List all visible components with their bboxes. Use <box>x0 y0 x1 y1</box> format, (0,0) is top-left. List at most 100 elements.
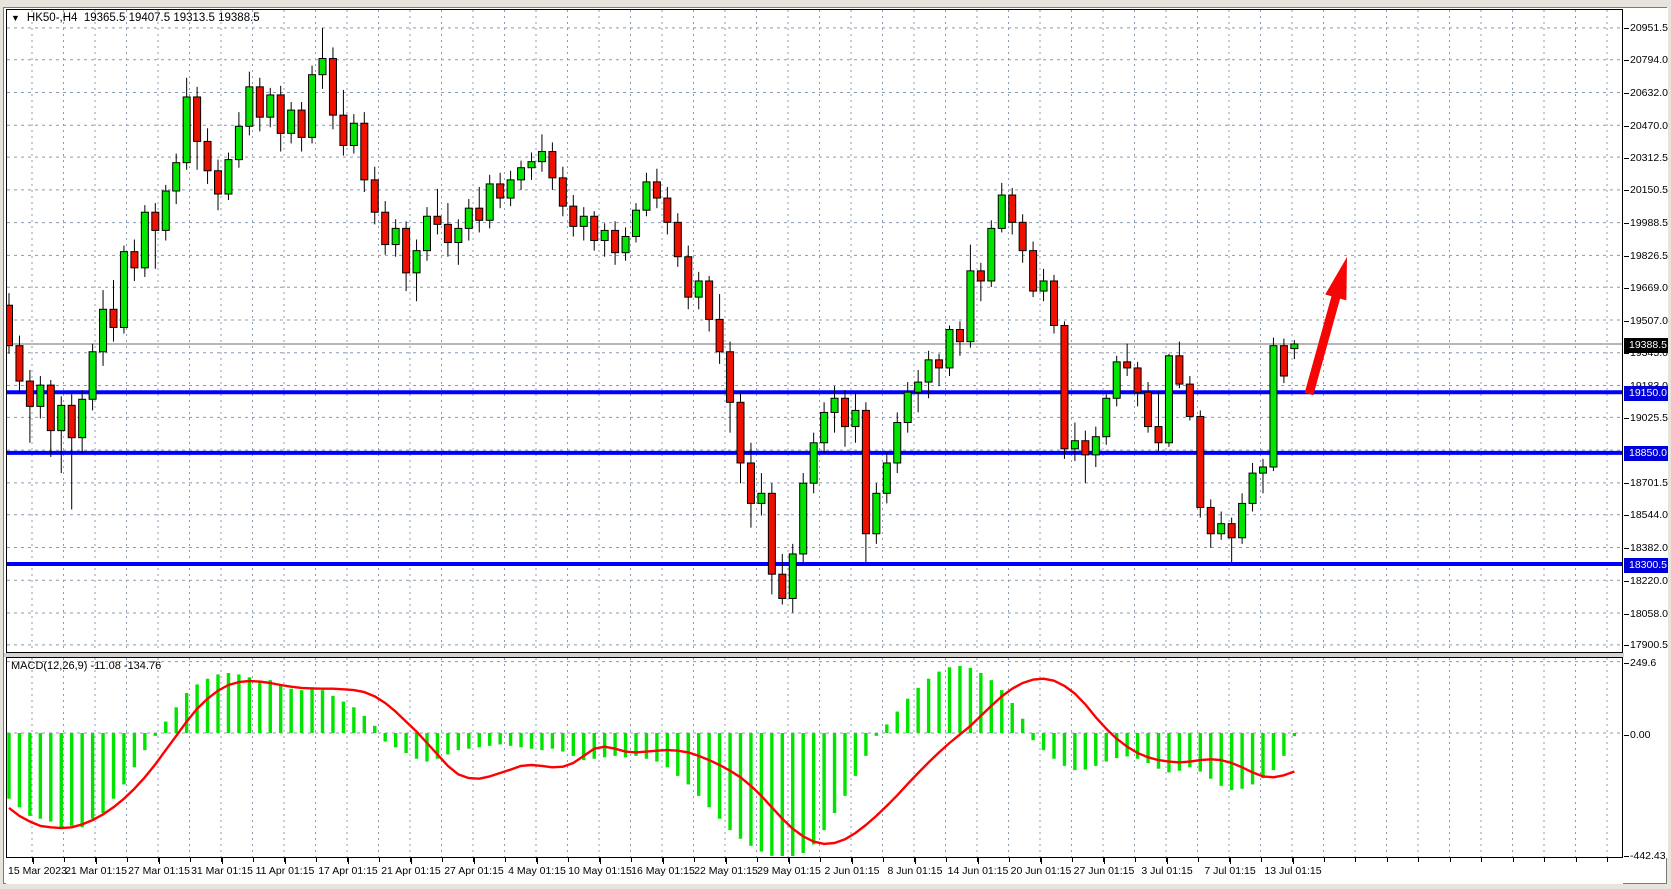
macd-histogram-bar <box>948 667 951 733</box>
macd-histogram-bar <box>707 733 710 807</box>
macd-histogram-bar <box>498 733 501 744</box>
candle-body <box>68 405 75 437</box>
candle-body <box>319 59 326 75</box>
candle <box>915 370 922 412</box>
candle-body <box>434 216 441 224</box>
candle <box>936 354 943 386</box>
time-axis-label: 4 May 01:15 <box>508 865 566 877</box>
candle <box>162 185 169 241</box>
candle <box>1019 214 1026 263</box>
macd-histogram-bar <box>1293 733 1296 736</box>
time-tick-mark <box>1104 858 1105 864</box>
candle <box>821 402 828 453</box>
time-axis-label: 2 Jun 01:15 <box>825 865 880 877</box>
candle-body <box>1019 222 1026 250</box>
candle <box>768 483 775 594</box>
time-tick-mark <box>1135 858 1136 862</box>
candle <box>956 321 963 355</box>
symbol-dropdown-icon[interactable]: ▼ <box>11 13 20 23</box>
candle <box>225 153 232 201</box>
candle <box>779 554 786 605</box>
candle <box>413 240 420 302</box>
candle-body <box>47 385 54 431</box>
candle-body <box>904 392 911 422</box>
price-tick-label: 19025.5 <box>1630 412 1668 424</box>
candle-body <box>601 230 608 240</box>
price-tick-mark <box>1624 126 1629 127</box>
macd-histogram-bar <box>227 673 230 733</box>
candle-body <box>486 184 493 220</box>
candle <box>549 142 556 190</box>
macd-histogram-bar <box>885 724 888 733</box>
time-axis[interactable]: 15 Mar 202321 Mar 01:1527 Mar 01:1531 Ma… <box>6 858 1623 884</box>
time-tick-mark <box>159 858 160 864</box>
candle <box>194 87 201 170</box>
candle <box>204 128 211 184</box>
candle-body <box>1176 356 1183 384</box>
candle-body <box>821 412 828 442</box>
candle <box>1270 338 1277 471</box>
candle <box>1092 427 1099 467</box>
candle-body <box>162 191 169 230</box>
candle-body <box>956 330 963 342</box>
price-tick-label: 20951.5 <box>1630 22 1668 34</box>
time-tick-mark <box>1230 858 1231 864</box>
candle-body <box>1071 441 1078 449</box>
price-tick-mark <box>1624 93 1629 94</box>
time-axis-label: 13 Jul 01:15 <box>1264 865 1321 877</box>
macd-histogram-bar <box>1282 733 1285 756</box>
candle <box>559 167 566 217</box>
time-tick-mark <box>285 858 286 864</box>
macd-histogram-bar <box>875 733 878 736</box>
candle-body <box>131 252 138 268</box>
candle <box>1145 382 1152 433</box>
candle-body <box>288 110 295 133</box>
candle-body <box>1113 362 1120 398</box>
candle-body <box>1260 467 1267 473</box>
candle-body <box>1280 346 1287 376</box>
candle-body <box>204 141 211 170</box>
candle <box>235 112 242 168</box>
macd-histogram-bar <box>760 733 763 852</box>
macd-histogram-bar <box>958 666 961 733</box>
trend-arrow[interactable] <box>1309 257 1347 394</box>
price-axis[interactable]: 20951.520794.020632.020470.020312.520150… <box>1624 8 1668 858</box>
candle-body <box>1051 281 1058 325</box>
macd-histogram-bar <box>457 733 460 750</box>
macd-histogram-bar <box>1105 733 1108 762</box>
macd-histogram-bar <box>28 733 31 816</box>
candle <box>1009 188 1016 235</box>
candle <box>518 161 525 190</box>
candle-body <box>789 554 796 598</box>
candle-body <box>685 257 692 297</box>
candle <box>685 246 692 310</box>
time-axis-label: 16 May 01:15 <box>631 865 695 877</box>
macd-histogram-bar <box>289 689 292 733</box>
trend-arrow-shaft <box>1309 292 1337 394</box>
candle-body <box>110 309 117 327</box>
time-tick-mark <box>1418 858 1419 862</box>
time-tick-mark <box>1544 858 1545 862</box>
time-tick-mark <box>222 858 223 864</box>
macd-histogram-bar <box>916 688 919 733</box>
macd-histogram-bar <box>49 733 52 822</box>
candle-body <box>622 236 629 252</box>
macd-indicator-pane[interactable] <box>6 657 1623 858</box>
price-chart-pane[interactable] <box>6 9 1623 653</box>
candle <box>424 207 431 261</box>
candle <box>800 473 807 564</box>
time-tick-mark <box>1355 858 1356 862</box>
candle-body <box>235 126 242 159</box>
price-tick-label: 18382.0 <box>1630 542 1668 554</box>
candle <box>350 114 357 153</box>
macd-histogram-bar <box>384 733 387 742</box>
candle-body <box>392 228 399 244</box>
candle <box>131 240 138 281</box>
macd-histogram-bar <box>18 733 21 807</box>
candle-body <box>883 463 890 493</box>
candle-body <box>350 123 357 145</box>
candle-body <box>100 309 107 351</box>
macd-histogram-bar <box>833 733 836 813</box>
candle <box>434 189 441 235</box>
mt4-chart-window: ▼HK50-,H4 19365.5 19407.5 19313.5 19388.… <box>0 0 1671 889</box>
